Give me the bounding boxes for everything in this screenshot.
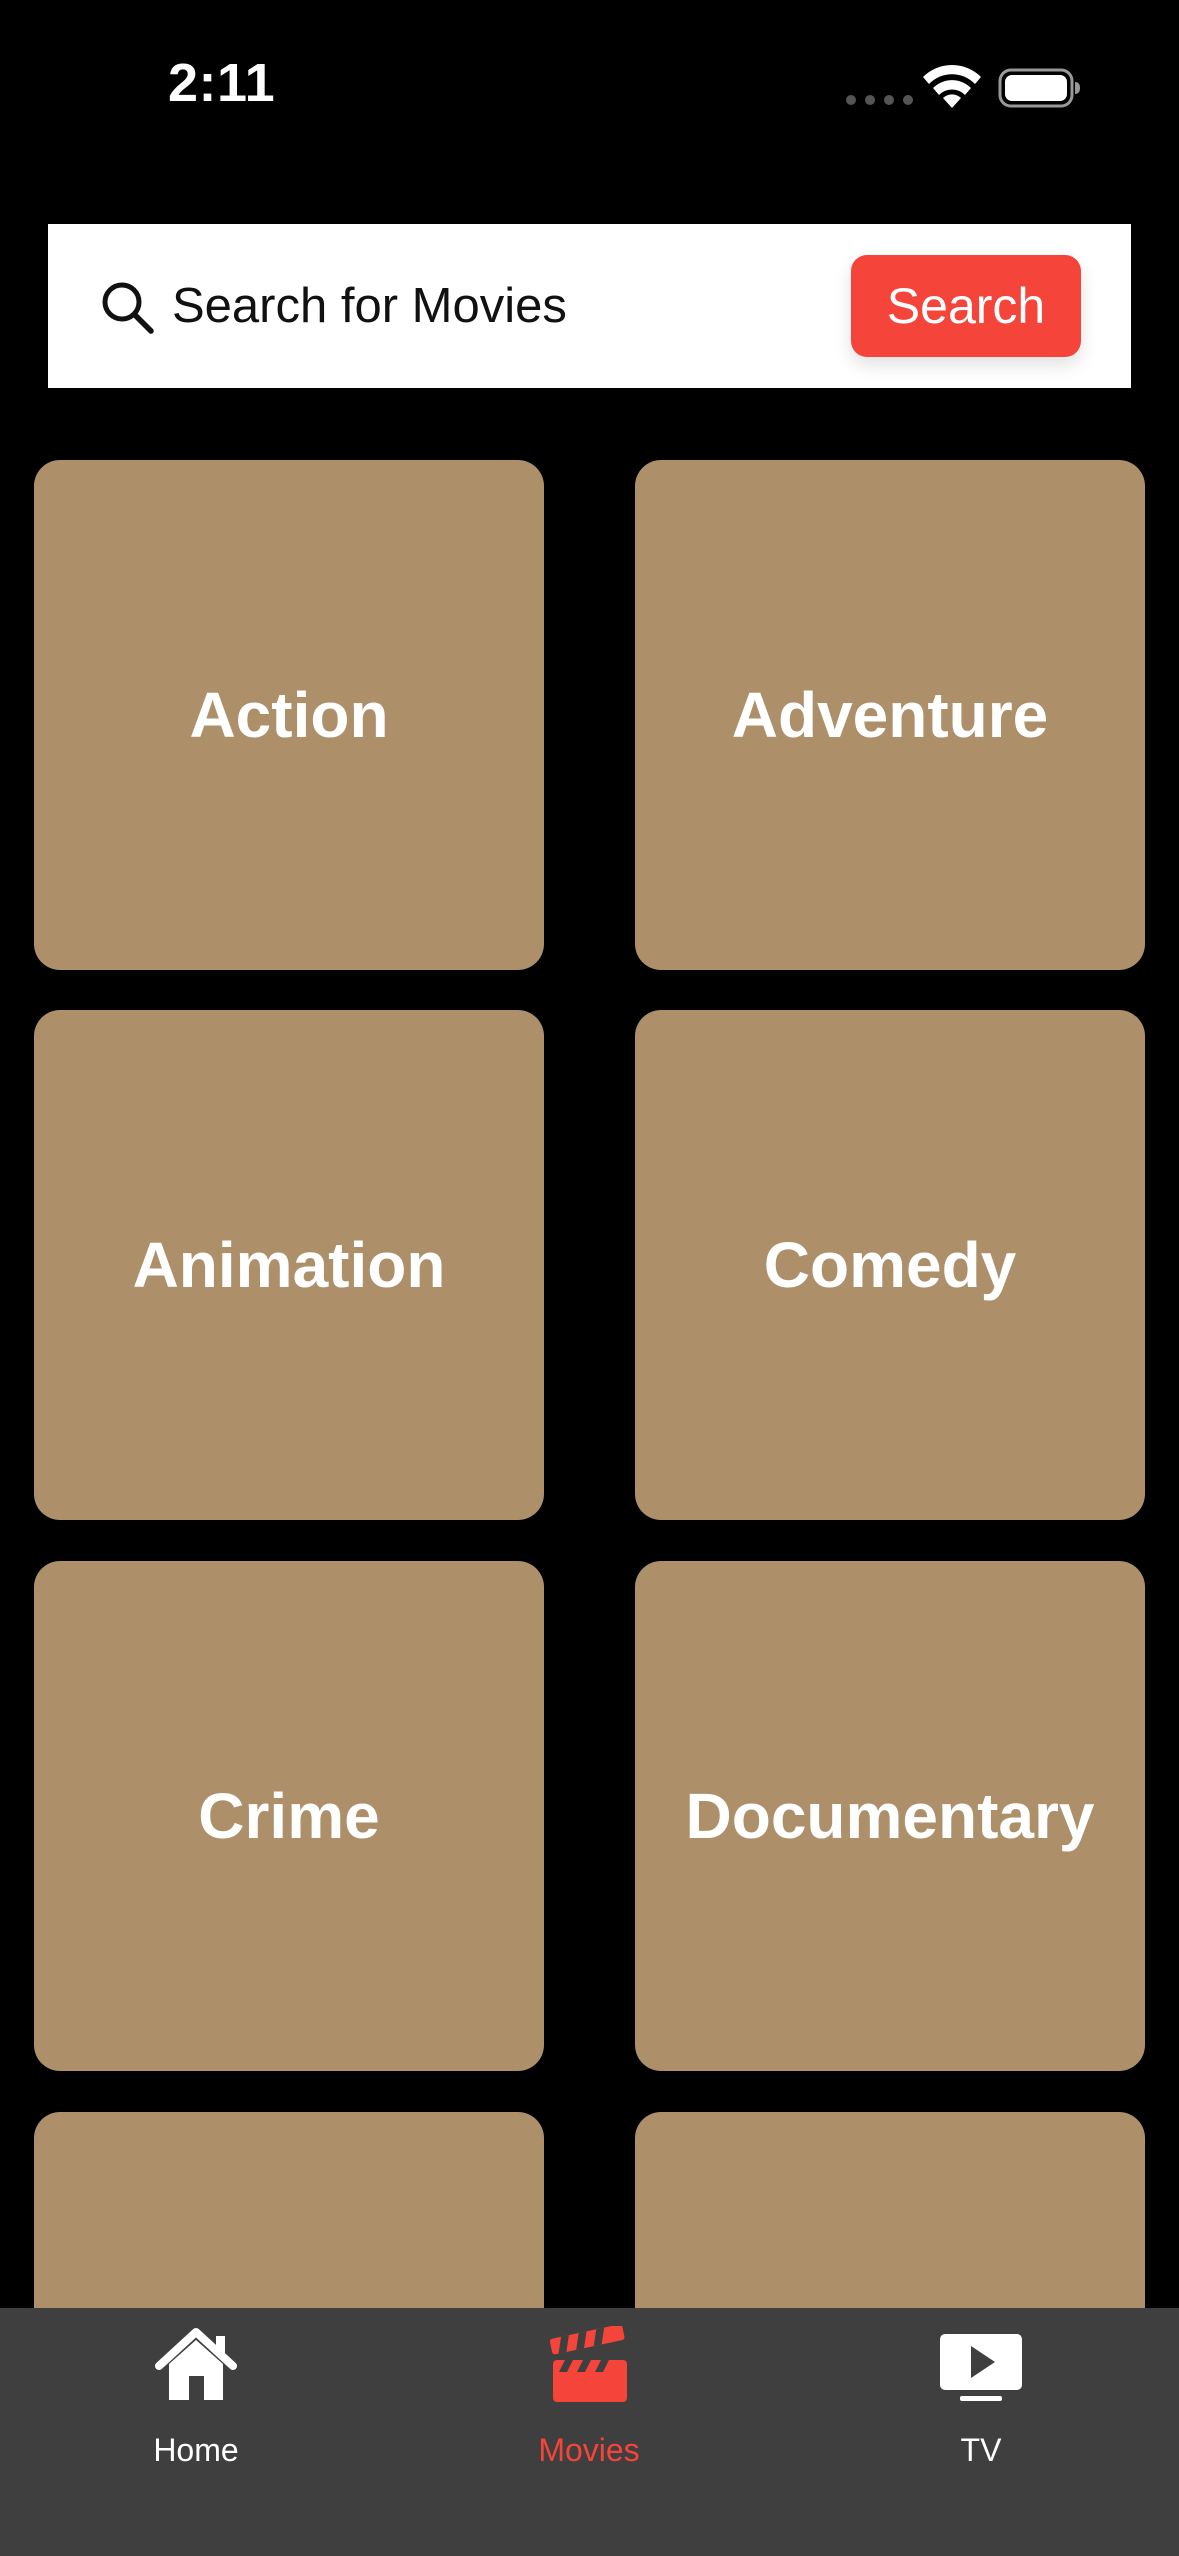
genre-grid: Action Adventure Animation Comedy Crime … [0, 0, 1179, 2310]
tab-label-home: Home [153, 2432, 239, 2468]
genre-label: Comedy [763, 1229, 1017, 1301]
tab-movies[interactable]: Movies [459, 2308, 719, 2508]
genre-card-partial-left[interactable] [34, 2112, 544, 2310]
clapperboard-icon [549, 2326, 627, 2402]
house-icon [155, 2328, 237, 2400]
tv-play-icon [940, 2334, 1022, 2401]
genre-label: Documentary [685, 1780, 1095, 1852]
genre-card-action[interactable]: Action [34, 460, 544, 970]
genre-label: Crime [198, 1780, 380, 1852]
tab-bar: Home Movies TV [0, 2308, 1179, 2556]
genre-card-adventure[interactable]: Adventure [635, 460, 1145, 970]
genre-label: Adventure [731, 679, 1049, 751]
movies-screen: 2:11 Search Action Adventure [0, 0, 1179, 2556]
tab-tv[interactable]: TV [851, 2308, 1111, 2508]
tab-label-tv: TV [960, 2432, 1002, 2468]
genre-card-crime[interactable]: Crime [34, 1561, 544, 2071]
genre-card-documentary[interactable]: Documentary [635, 1561, 1145, 2071]
genre-card-comedy[interactable]: Comedy [635, 1010, 1145, 1520]
genre-card-animation[interactable]: Animation [34, 1010, 544, 1520]
genre-label: Action [189, 679, 389, 751]
tab-label-movies: Movies [538, 2432, 640, 2468]
genre-card-partial-right[interactable] [635, 2112, 1145, 2310]
genre-label: Animation [132, 1229, 446, 1301]
tab-home[interactable]: Home [66, 2308, 326, 2508]
